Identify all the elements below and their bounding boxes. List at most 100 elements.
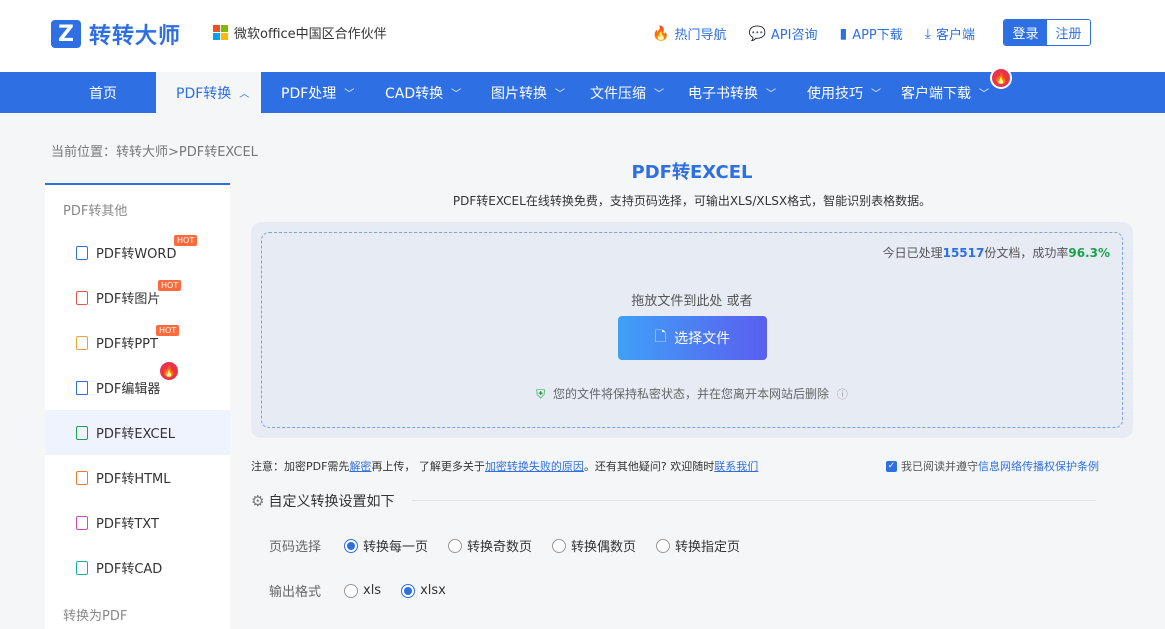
- decrypt-link[interactable]: 解密: [349, 460, 371, 473]
- fire-icon: 🔥: [652, 25, 670, 42]
- radio-dot: [552, 538, 567, 553]
- page-title: PDF转EXCEL: [631, 162, 753, 183]
- privacy-note: ⛨ 您的文件将保持私密状态，并在您离开本网站后删除 ⓘ: [262, 385, 1122, 402]
- nav-client-download-label: 客户端下载: [901, 85, 971, 102]
- sidebar-item-label: PDF转EXCEL: [96, 427, 176, 442]
- word-file-icon: [76, 245, 88, 260]
- app-download-label: APP下载: [852, 28, 903, 43]
- client-link[interactable]: ⤓ 客户端: [925, 24, 975, 44]
- client-label: 客户端: [935, 28, 975, 43]
- login-button[interactable]: 登录: [1004, 20, 1047, 45]
- agree-prefix: 我已阅读并遵守: [901, 460, 978, 473]
- stats-count: 15517: [942, 246, 985, 260]
- page-subtitle: PDF转EXCEL在线转换免费，支持页码选择，可输出XLS/XLSX格式，智能识…: [452, 194, 932, 208]
- hot-badge: HOT: [156, 325, 180, 336]
- choose-file-button[interactable]: 🗋 选择文件: [618, 316, 767, 360]
- radio-label: 转换奇数页: [467, 540, 533, 555]
- sidebar-item-pdf-to-ppt[interactable]: PDF转PPT HOT: [45, 320, 230, 365]
- phone-icon: ▮: [839, 25, 848, 42]
- privacy-text: 您的文件将保持私密状态，并在您离开本网站后删除: [553, 387, 830, 401]
- auth-buttons: 登录 注册: [1003, 19, 1091, 46]
- choose-file-label: 选择文件: [674, 331, 731, 347]
- sidebar-item-pdf-to-image[interactable]: PDF转图片 HOT: [45, 275, 230, 320]
- api-consult-link[interactable]: 💬 API咨询: [748, 24, 818, 44]
- sidebar-item-pdf-to-excel[interactable]: PDF转EXCEL: [45, 410, 230, 455]
- file-add-icon: 🗋: [654, 329, 667, 345]
- sidebar-item-pdf-to-txt[interactable]: PDF转TXT: [45, 500, 230, 545]
- nav-pdf-convert[interactable]: PDF转换 ︿: [156, 72, 261, 113]
- fire-badge-icon: 🔥: [158, 360, 180, 382]
- sidebar-item-label: PDF转PPT: [96, 337, 158, 352]
- gear-icon: ⚙: [251, 492, 265, 510]
- main-nav: 首页 PDF转换 ︿ PDF处理 ﹀ CAD转换 ﹀ 图片转换 ﹀ 文件压缩 ﹀…: [0, 67, 1165, 113]
- notice-part: 注意：加密PDF需先: [251, 460, 350, 473]
- fire-badge-icon: 🔥: [990, 67, 1012, 89]
- chevron-down-icon: ﹀: [979, 89, 989, 100]
- nav-image-convert[interactable]: 图片转换 ﹀: [491, 72, 565, 113]
- agree-checkbox-row[interactable]: ✓ 我已阅读并遵守 信息网络传播权保护条例: [886, 458, 1099, 474]
- chevron-down-icon: ﹀: [555, 89, 565, 100]
- hot-badge: HOT: [158, 280, 182, 291]
- nav-compress[interactable]: 文件压缩 ﹀: [590, 72, 664, 113]
- nav-pdf-convert-label: PDF转换: [176, 85, 232, 102]
- site-logo[interactable]: Z 转转大师: [51, 18, 181, 50]
- chat-icon: 💬: [748, 25, 766, 42]
- app-download-link[interactable]: ▮ APP下载: [839, 24, 903, 44]
- chevron-down-icon: ﹀: [451, 89, 462, 100]
- radio-dot: [448, 538, 463, 553]
- ppt-file-icon: [76, 335, 88, 350]
- radio-label: xlsx: [420, 583, 446, 598]
- sidebar-item-pdf-to-html[interactable]: PDF转HTML: [45, 455, 230, 500]
- sidebar-item-label: PDF转图片: [96, 292, 161, 307]
- chevron-down-icon: ﹀: [344, 89, 355, 100]
- hot-nav-link[interactable]: 🔥 热门导航: [652, 24, 727, 44]
- sidebar-item-label: PDF转TXT: [96, 517, 159, 532]
- settings-heading-text: 自定义转换设置如下: [268, 494, 395, 510]
- radio-specific-pages[interactable]: 转换指定页: [656, 536, 740, 555]
- radio-xls[interactable]: xls: [344, 583, 381, 598]
- radio-xlsx[interactable]: xlsx: [401, 583, 446, 598]
- drop-zone[interactable]: 今日已处理15517份文档，成功率96.3% 拖放文件到此处 或者 🗋 选择文件…: [261, 232, 1123, 428]
- monitor-icon: [76, 380, 88, 395]
- top-links: 🔥 热门导航 💬 API咨询 ▮ APP下载 ⤓ 客户端: [652, 24, 997, 44]
- radio-even-pages[interactable]: 转换偶数页: [552, 536, 636, 555]
- radio-every-page[interactable]: 转换每一页: [344, 536, 428, 555]
- html-file-icon: [76, 470, 88, 485]
- nav-tips[interactable]: 使用技巧 ﹀: [807, 72, 881, 113]
- api-consult-label: API咨询: [770, 28, 818, 43]
- contact-us-link[interactable]: 联系我们: [714, 460, 758, 473]
- notice-part: 再上传， 了解更多关于: [371, 460, 485, 473]
- output-format-label: 输出格式: [269, 585, 322, 600]
- nav-ebook-convert-label: 电子书转换: [688, 85, 758, 102]
- info-icon[interactable]: ⓘ: [837, 388, 848, 401]
- fail-reason-link[interactable]: 加密转换失败的原因: [485, 460, 584, 473]
- stats-line: 今日已处理15517份文档，成功率96.3%: [883, 244, 1110, 261]
- nav-compress-label: 文件压缩: [590, 85, 646, 102]
- page-selection-row: 页码选择 转换每一页 转换奇数页 转换偶数页 转换指定页: [269, 536, 760, 555]
- hot-nav-label: 热门导航: [674, 28, 727, 43]
- nav-pdf-process[interactable]: PDF处理 ﹀: [281, 72, 354, 113]
- upload-panel: 今日已处理15517份文档，成功率96.3% 拖放文件到此处 或者 🗋 选择文件…: [251, 222, 1133, 438]
- stats-mid: 份文档，成功率: [984, 246, 1069, 260]
- nav-home[interactable]: 首页: [89, 72, 117, 113]
- radio-label: xls: [363, 583, 382, 598]
- sidebar-item-pdf-to-word[interactable]: PDF转WORD HOT: [45, 230, 230, 275]
- sidebar-item-pdf-to-cad[interactable]: PDF转CAD: [45, 545, 230, 590]
- nav-cad-convert[interactable]: CAD转换 ﹀: [385, 72, 461, 113]
- chevron-down-icon: ﹀: [871, 89, 881, 100]
- register-button[interactable]: 注册: [1047, 20, 1090, 45]
- sidebar-item-label: PDF转HTML: [96, 472, 171, 487]
- nav-image-convert-label: 图片转换: [491, 85, 547, 102]
- sidebar-item-pdf-editor[interactable]: PDF编辑器 🔥: [45, 360, 230, 410]
- checkbox-checked-icon[interactable]: ✓: [886, 460, 897, 472]
- microsoft-logo-icon: [213, 25, 228, 40]
- shield-check-icon: ⛨: [536, 387, 546, 401]
- radio-label: 转换指定页: [675, 540, 741, 555]
- settings-divider: [412, 500, 1096, 501]
- sidebar: PDF转其他 PDF转WORD HOT PDF转图片 HOT PDF转PPT H…: [45, 183, 230, 629]
- radio-odd-pages[interactable]: 转换奇数页: [448, 536, 532, 555]
- nav-client-download[interactable]: 客户端下载 ﹀: [901, 72, 989, 113]
- cad-file-icon: [76, 560, 88, 575]
- regulation-link[interactable]: 信息网络传播权保护条例: [978, 458, 1099, 474]
- nav-ebook-convert[interactable]: 电子书转换 ﹀: [688, 72, 776, 113]
